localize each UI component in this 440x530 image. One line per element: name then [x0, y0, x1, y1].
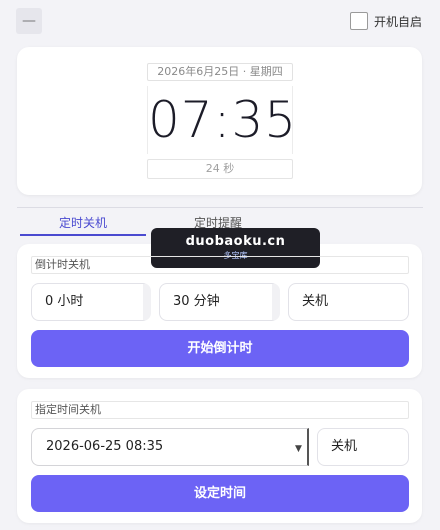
- menu-button[interactable]: —: [16, 8, 42, 34]
- date-display: 2026年6月25日 · 星期四: [147, 63, 293, 81]
- hours-input[interactable]: 0 小时: [31, 283, 151, 321]
- scheduled-action-select[interactable]: 关机: [317, 428, 409, 466]
- start-countdown-button[interactable]: 开始倒计时: [31, 330, 409, 367]
- datetime-picker[interactable]: 2026-06-25 08:35: [31, 428, 309, 466]
- seconds-display: 24 秒: [147, 159, 293, 179]
- active-tab-indicator: [20, 234, 146, 236]
- set-time-button[interactable]: 设定时间: [31, 475, 409, 512]
- autostart-toggle[interactable]: 开机自启: [349, 12, 422, 30]
- watermark-title: duobaoku.cn: [185, 234, 286, 249]
- time-display: 07:35: [147, 86, 296, 154]
- minutes-input[interactable]: 30 分钟: [159, 283, 280, 321]
- countdown-action-select[interactable]: 关机: [288, 283, 409, 321]
- minus-icon: —: [22, 13, 36, 29]
- tab-scheduled-shutdown[interactable]: 定时关机: [20, 214, 146, 231]
- tabs-divider: [17, 207, 423, 208]
- autostart-label: 开机自启: [373, 14, 422, 29]
- countdown-section-label: 倒计时关机: [31, 256, 409, 274]
- autostart-checkbox[interactable]: [349, 12, 368, 30]
- dropdown-arrow-icon[interactable]: ▼: [295, 444, 302, 454]
- scheduled-section-label: 指定时间关机: [31, 401, 409, 419]
